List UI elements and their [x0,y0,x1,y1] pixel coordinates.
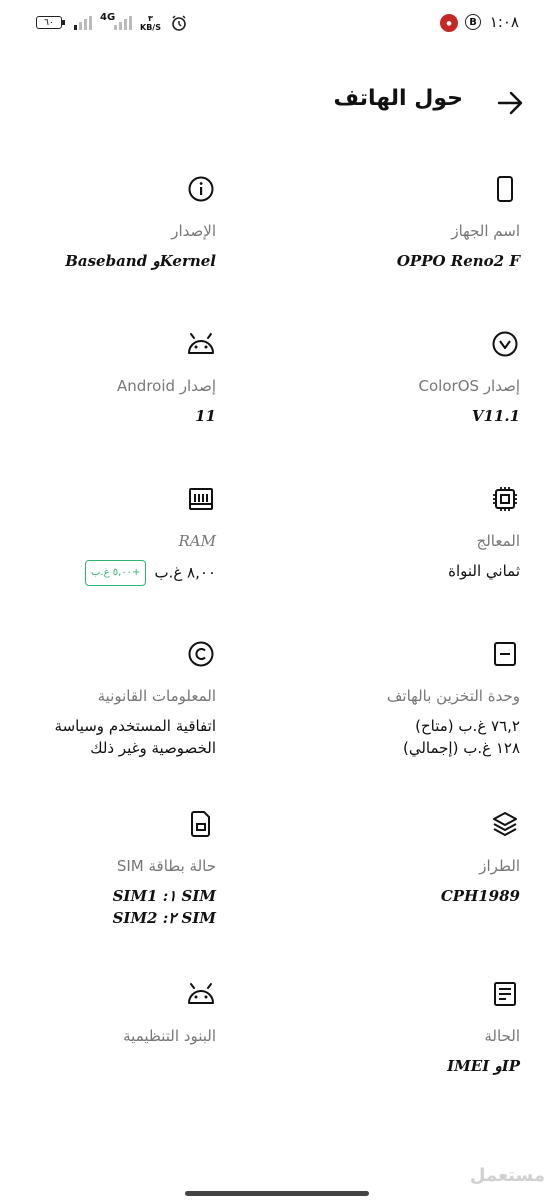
info-icon [188,176,214,202]
b-notification-icon: B [465,14,481,30]
ram-icon [189,488,213,510]
storage-value: ٧٦,٢ غ.ب (متاح) ١٢٨ غ.ب (إجمالي) [403,715,520,759]
status-label: الحالة [484,1027,520,1045]
storage-label: وحدة التخزين بالهاتف [386,687,520,705]
processor-value: ثماني النواة [448,562,520,580]
status-value: IPو IMEI [447,1057,520,1075]
signal-icon-2 [113,14,135,30]
back-button[interactable] [495,88,525,118]
layers-icon [493,812,517,836]
sim-icon [191,811,210,837]
regulatory-label: البنود التنظيمية [123,1027,216,1045]
device-name-value: OPPO Reno2 F [396,252,520,270]
clock: ١:٠٨ [489,13,519,31]
android-icon [188,983,214,1004]
sim-value: SIM ١: SIM1 SIM ٢: SIM2 [113,885,216,929]
version-value: Kernelو Baseband [65,252,216,270]
model-label: الطراز [479,857,520,875]
arrow-back-icon [497,91,523,115]
android-label: إصدار Android [117,377,216,395]
coloros-value: V11.1 [471,407,520,425]
phone-icon [497,176,513,202]
coloros-label: إصدار ColorOS [418,377,520,395]
storage-total: ١٢٨ غ.ب (إجمالي) [402,739,520,757]
battery-icon: ٦٠ [36,16,62,29]
speed-value: ٣ [148,14,153,23]
legal-label: المعلومات القانونية [97,687,216,705]
battery-level: ٦٠ [44,17,54,28]
storage-available: ٧٦,٢ غ.ب (متاح) [415,717,520,735]
status-bar: ٦٠ 4G ٣ KB/S ● B ١:٠٨ [0,0,553,48]
watermark-logo: مستعمل [469,1165,545,1186]
network-speed: ٣ KB/S [140,14,161,32]
processor-label: المعالج [476,532,520,550]
signal-icon [73,14,95,30]
legal-line-1: اتفاقية المستخدم وسياسة [54,717,216,735]
ram-value-row: ٨,٠٠ غ.ب +٥,٠٠ غ.ب [85,560,216,586]
sim-label: حالة بطاقة SIM [116,857,216,875]
legal-line-2: الخصوصية وغير ذلك [90,739,216,757]
ram-label: RAM [178,532,217,550]
alarm-icon [170,14,188,32]
ram-expansion-badge: +٥,٠٠ غ.ب [85,560,147,586]
coloros-icon [492,331,518,357]
sim2-status: SIM ٢: SIM2 [112,909,216,927]
legal-value: اتفاقية المستخدم وسياسة الخصوصية وغير ذل… [55,715,216,759]
app-notification-icon: ● [440,14,458,32]
chip-icon [493,487,517,511]
page-title: حول الهاتف [333,86,463,111]
copyright-icon [188,641,214,667]
header: حول الهاتف [0,78,553,128]
battery-tip [62,20,65,25]
version-label: الإصدار [171,222,216,240]
speed-unit: KB/S [140,23,161,32]
model-value: CPH1989 [440,887,520,905]
ram-value: ٨,٠٠ غ.ب [154,563,216,582]
home-indicator[interactable] [185,1191,369,1196]
android-value: 11 [195,407,216,425]
device-name-label: اسم الجهاز [451,222,520,240]
sim1-status: SIM ١: SIM1 [112,887,216,905]
android-icon [188,333,214,354]
storage-icon [494,642,516,666]
document-icon [494,982,516,1006]
